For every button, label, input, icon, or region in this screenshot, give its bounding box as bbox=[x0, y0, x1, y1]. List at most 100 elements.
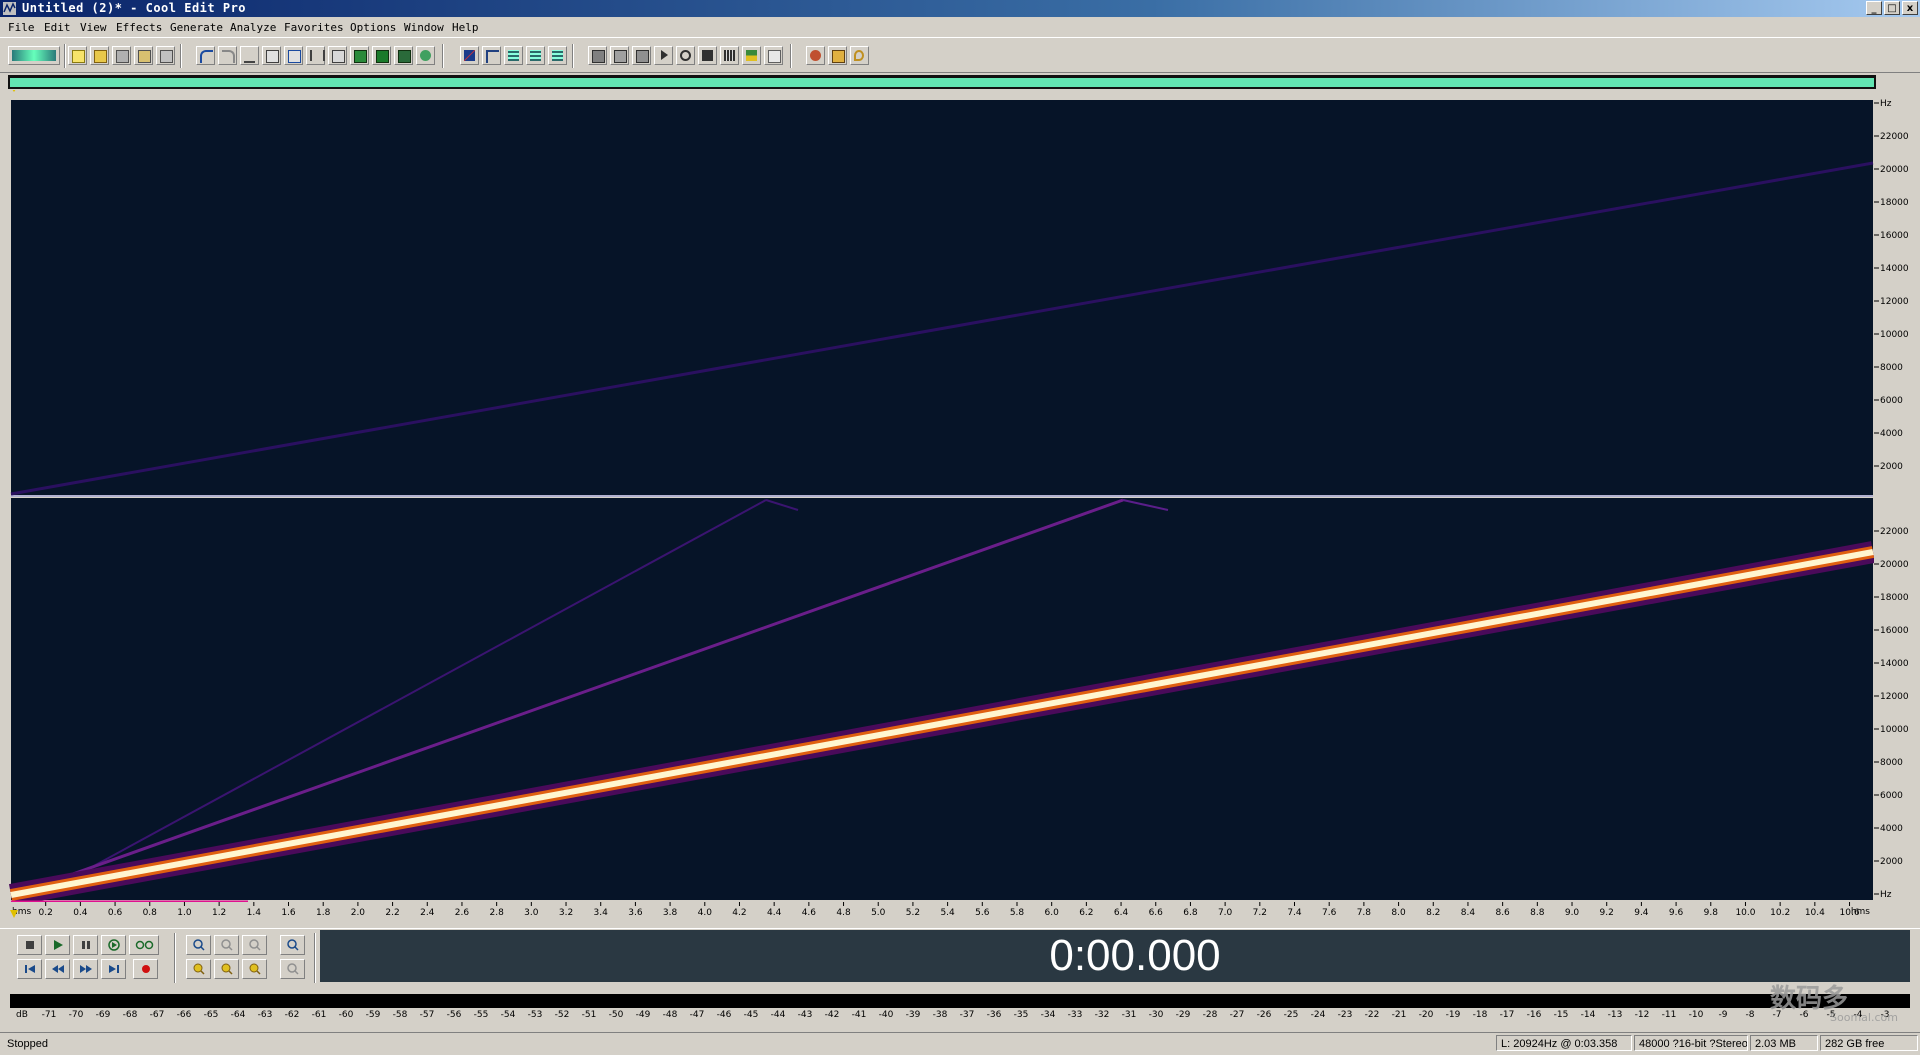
time-label: 1.8 bbox=[316, 908, 331, 918]
record-button[interactable] bbox=[133, 959, 158, 979]
multitrack-toggle-button[interactable] bbox=[8, 46, 60, 65]
menu-favorites[interactable]: Favorites bbox=[284, 21, 344, 34]
paste-icon bbox=[332, 50, 345, 63]
new-file-button[interactable] bbox=[68, 46, 87, 65]
play-list-button[interactable] bbox=[610, 46, 629, 65]
restore-button[interactable]: □ bbox=[1884, 1, 1900, 15]
time-label: 2.8 bbox=[489, 908, 504, 918]
zoom-right-button[interactable] bbox=[242, 959, 267, 979]
fast-forward-button[interactable] bbox=[73, 959, 98, 979]
find-button[interactable] bbox=[676, 46, 695, 65]
loop-button[interactable] bbox=[129, 935, 159, 955]
mix-paste-button[interactable] bbox=[372, 46, 391, 65]
left-channel-panel[interactable] bbox=[11, 100, 1873, 495]
status-file-size: 2.03 MB bbox=[1750, 1035, 1818, 1051]
redo-button[interactable] bbox=[218, 46, 237, 65]
level-scale-label: -10 bbox=[1688, 1010, 1704, 1020]
frequency-analysis-button[interactable] bbox=[698, 46, 717, 65]
menu-help[interactable]: Help bbox=[452, 21, 479, 34]
level-scale-label: -23 bbox=[1337, 1010, 1353, 1020]
freq-label: 16000 bbox=[1880, 231, 1909, 241]
open-file-button[interactable] bbox=[90, 46, 109, 65]
pause-button[interactable] bbox=[73, 935, 98, 955]
time-label: 8.6 bbox=[1495, 908, 1510, 918]
close-file-button[interactable] bbox=[156, 46, 175, 65]
preferences-button[interactable] bbox=[828, 46, 847, 65]
zoom-vertical-out-button[interactable] bbox=[280, 959, 305, 979]
go-to-end-button[interactable] bbox=[101, 959, 126, 979]
overview-bar[interactable] bbox=[8, 75, 1876, 89]
grid-button[interactable] bbox=[526, 46, 545, 65]
info-button[interactable] bbox=[632, 46, 651, 65]
minimize-button[interactable]: _ bbox=[1866, 1, 1882, 15]
snap-button[interactable] bbox=[504, 46, 523, 65]
menu-options[interactable]: Options bbox=[350, 21, 396, 34]
menu-effects[interactable]: Effects bbox=[116, 21, 162, 34]
blank-toolbar-button[interactable] bbox=[764, 46, 783, 65]
play-button[interactable] bbox=[45, 935, 70, 955]
menu-edit[interactable]: Edit bbox=[44, 21, 71, 34]
menu-window[interactable]: Window bbox=[404, 21, 444, 34]
zoom-vertical-in-icon bbox=[287, 939, 299, 951]
waveform-view-button[interactable] bbox=[460, 46, 479, 65]
level-scale-label: -42 bbox=[824, 1010, 840, 1020]
level-scale-label: -67 bbox=[149, 1010, 165, 1020]
menu-file[interactable]: File bbox=[8, 21, 35, 34]
level-meter[interactable]: dB -71 -70 -69 -68 -67 -66 -65 -64 -63 -62 -61 -60 -5… bbox=[10, 990, 1910, 1030]
copy-button[interactable] bbox=[284, 46, 303, 65]
status-format[interactable]: 48000 ?16-bit ?Stereo bbox=[1634, 1035, 1748, 1051]
rewind-button[interactable] bbox=[45, 959, 70, 979]
cool-edit-app-icon[interactable] bbox=[3, 2, 16, 15]
zoom-out-button[interactable] bbox=[214, 935, 239, 955]
save-button[interactable] bbox=[112, 46, 131, 65]
spectral-view-button[interactable] bbox=[482, 46, 501, 65]
cut-button[interactable] bbox=[306, 46, 325, 65]
play-to-end-button[interactable] bbox=[101, 935, 126, 955]
undo-button[interactable] bbox=[196, 46, 215, 65]
time-label: 8.4 bbox=[1461, 908, 1476, 918]
script-button[interactable] bbox=[654, 46, 673, 65]
zoom-vertical-in-button[interactable] bbox=[280, 935, 305, 955]
toolbar-separator bbox=[790, 44, 792, 68]
loop-icon bbox=[135, 940, 154, 950]
level-scale-label: -33 bbox=[1067, 1010, 1083, 1020]
level-scale-label: -38 bbox=[932, 1010, 948, 1020]
trim-button[interactable] bbox=[394, 46, 413, 65]
level-scale-label: -52 bbox=[554, 1010, 570, 1020]
zoom-full-button[interactable] bbox=[242, 935, 267, 955]
menu-generate[interactable]: Generate bbox=[170, 21, 223, 34]
spectral-view[interactable]: Hz 22000 20000 18000 16000 14000 12000 10000 800… bbox=[8, 86, 1920, 928]
help-button[interactable] bbox=[850, 46, 869, 65]
pause-icon bbox=[82, 941, 90, 949]
level-scale-label: -22 bbox=[1364, 1010, 1380, 1020]
start-marker-icon[interactable] bbox=[10, 86, 18, 92]
color-view-button[interactable] bbox=[742, 46, 761, 65]
menu-view[interactable]: View bbox=[80, 21, 107, 34]
statistics-button[interactable] bbox=[720, 46, 739, 65]
zoom-out-icon bbox=[221, 939, 233, 951]
stop-button[interactable] bbox=[17, 935, 42, 955]
level-scale-label: -28 bbox=[1202, 1010, 1218, 1020]
save-as-button[interactable] bbox=[134, 46, 153, 65]
go-to-start-button[interactable] bbox=[17, 959, 42, 979]
overview-button[interactable] bbox=[548, 46, 567, 65]
zoom-in-button[interactable] bbox=[186, 935, 211, 955]
menu-analyze[interactable]: Analyze bbox=[230, 21, 276, 34]
repeat-last-button[interactable] bbox=[240, 46, 259, 65]
zoom-selection-button[interactable] bbox=[214, 959, 239, 979]
settings-button[interactable] bbox=[806, 46, 825, 65]
freq-label: 22000 bbox=[1880, 527, 1909, 537]
close-button[interactable]: x bbox=[1902, 1, 1918, 15]
zoom-left-button[interactable] bbox=[186, 959, 211, 979]
copy-to-new-button[interactable] bbox=[262, 46, 281, 65]
time-label: 2.0 bbox=[351, 908, 366, 918]
time-label: 7.8 bbox=[1357, 908, 1372, 918]
paste-button[interactable] bbox=[328, 46, 347, 65]
time-label: 9.6 bbox=[1669, 908, 1684, 918]
level-scale-label: -48 bbox=[662, 1010, 678, 1020]
select-all-button[interactable] bbox=[416, 46, 435, 65]
paste-new-button[interactable] bbox=[350, 46, 369, 65]
level-scale-label: -36 bbox=[986, 1010, 1002, 1020]
cue-list-button[interactable] bbox=[588, 46, 607, 65]
overview-visible-range[interactable] bbox=[10, 78, 1874, 87]
